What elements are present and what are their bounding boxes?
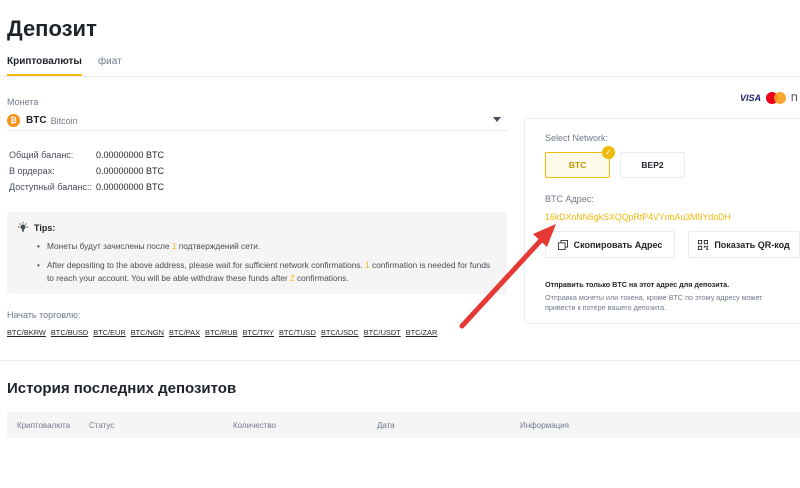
- deposit-address-panel: Select Network: BTC ✓ BEP2 BTC Адрес: 16…: [524, 118, 800, 324]
- balance-value: 0.00000000 BTC: [96, 150, 165, 160]
- coin-symbol: BTC: [26, 115, 47, 126]
- pair-link[interactable]: BTC/TRY: [243, 328, 274, 337]
- pair-link[interactable]: BTC/USDT: [364, 328, 401, 337]
- column-header: Количество: [233, 421, 276, 430]
- tabs: Криптовалюты фиат: [7, 56, 122, 76]
- pair-link[interactable]: BTC/BKRW: [7, 328, 46, 337]
- bitcoin-icon: ₿: [7, 114, 20, 127]
- coin-label: Монета: [7, 97, 39, 107]
- pair-link[interactable]: BTC/PAX: [169, 328, 200, 337]
- network-bep2-button[interactable]: BEP2: [620, 152, 685, 178]
- balance-label: В ордерах:: [9, 166, 55, 176]
- balance-label: Общий баланс:: [9, 150, 74, 160]
- pair-link[interactable]: BTC/EUR: [93, 328, 125, 337]
- tab-crypto[interactable]: Криптовалюты: [7, 56, 82, 76]
- coin-select[interactable]: ₿ BTC Bitcoin: [7, 111, 507, 131]
- copy-address-button[interactable]: Скопировать Адрес: [545, 231, 675, 258]
- pair-link[interactable]: BTC/BUSD: [51, 328, 88, 337]
- payment-logos: VISA П: [740, 92, 797, 104]
- balance-label: Доступный баланс::: [9, 182, 92, 192]
- column-header: Криптовалюта: [17, 421, 71, 430]
- mastercard-icon: [766, 92, 787, 104]
- tips-panel: Tips: Монеты будут зачислены после 1 под…: [7, 212, 507, 294]
- payment-logo-more: П: [791, 93, 798, 103]
- trade-pairs: BTC/BKRW BTC/BUSD BTC/EUR BTC/NGN BTC/PA…: [7, 328, 437, 337]
- balance-value: 0.00000000 BTC: [96, 166, 165, 176]
- copy-icon: [557, 239, 568, 250]
- deposit-warning-title: Отправить только BTC на этот адрес для д…: [545, 280, 730, 289]
- trade-label: Начать торговлю:: [7, 310, 81, 320]
- column-header: Дата: [377, 421, 395, 430]
- pair-link[interactable]: BTC/RUB: [205, 328, 237, 337]
- column-header: Статус: [89, 421, 115, 430]
- network-btc-button[interactable]: BTC ✓: [545, 146, 615, 178]
- balance-available: Доступный баланс:: 0.00000000 BTC: [9, 182, 164, 192]
- tabs-divider: [0, 76, 800, 77]
- lightbulb-icon: [18, 222, 28, 232]
- coin-name: Bitcoin: [50, 115, 78, 126]
- tip-item: Монеты будут зачислены после 1 подтвержд…: [37, 240, 497, 253]
- tips-header: Tips:: [17, 222, 55, 234]
- pair-link[interactable]: BTC/TUSD: [279, 328, 316, 337]
- balance-in-orders: В ордерах: 0.00000000 BTC: [9, 166, 164, 176]
- address-label: BTC Адрес:: [545, 194, 594, 204]
- page-title: Депозит: [7, 16, 97, 41]
- chevron-down-icon: [493, 117, 501, 122]
- pair-link[interactable]: BTC/USDC: [321, 328, 359, 337]
- column-header: Информация: [520, 421, 569, 430]
- tips-title: Tips:: [34, 223, 56, 233]
- check-icon: ✓: [602, 146, 615, 159]
- deposit-warning-text: Отправка монеты или токена, кроме BTC по…: [545, 293, 763, 312]
- tip-item: After depositing to the above address, p…: [37, 259, 497, 284]
- history-title: История последних депозитов: [7, 380, 237, 397]
- show-qr-button[interactable]: Показать QR-код: [688, 231, 800, 258]
- qr-code-icon: [698, 239, 709, 250]
- network-label: Select Network:: [545, 133, 609, 143]
- balance-value: 0.00000000 BTC: [96, 182, 165, 192]
- balance-total: Общий баланс: 0.00000000 BTC: [9, 150, 164, 160]
- history-divider: [0, 360, 800, 361]
- deposit-address[interactable]: 16kDXnNN6gkSXQQpRtP4VYnbAu3M9YdoDH: [545, 212, 731, 222]
- visa-logo: VISA: [740, 93, 762, 103]
- history-table-header: Криптовалюта Статус Количество Дата Инфо…: [7, 412, 800, 438]
- pair-link[interactable]: BTC/NGN: [131, 328, 164, 337]
- pair-link[interactable]: BTC/ZAR: [406, 328, 438, 337]
- tab-fiat[interactable]: фиат: [98, 56, 122, 76]
